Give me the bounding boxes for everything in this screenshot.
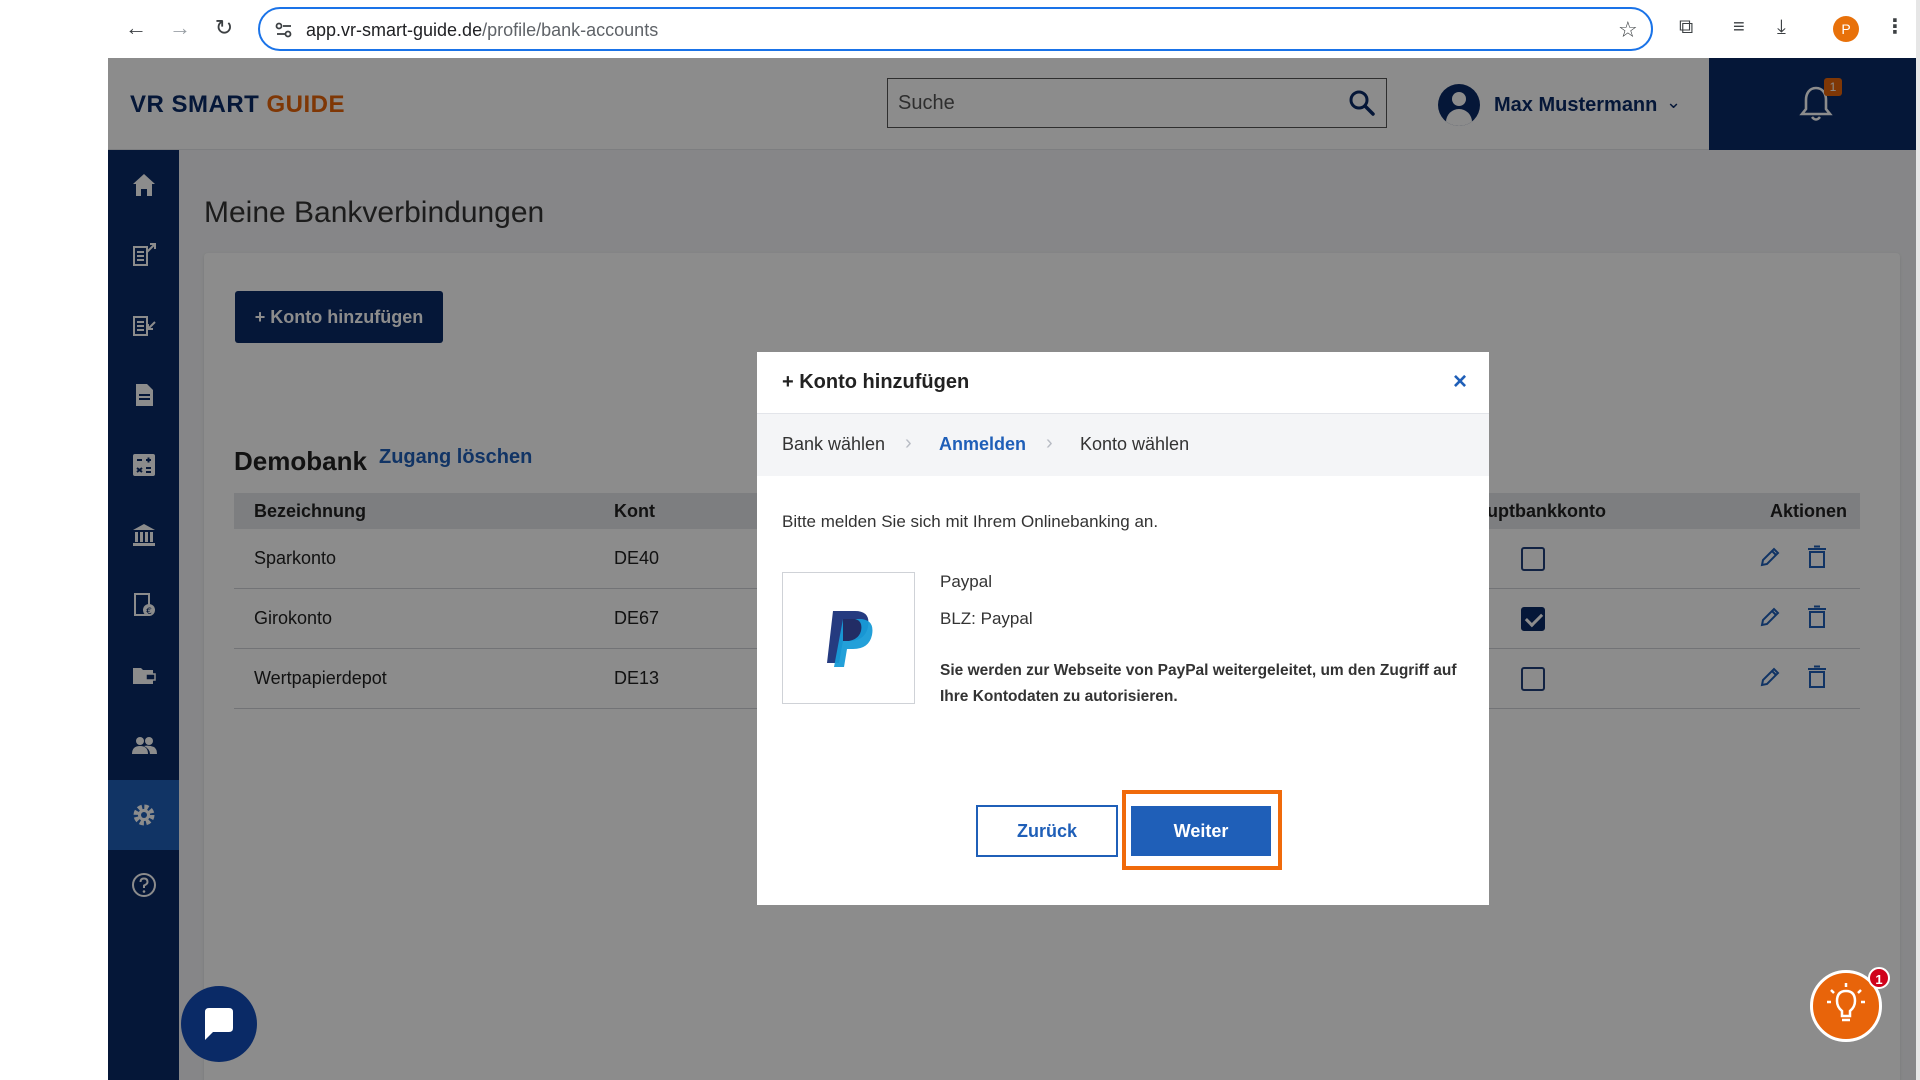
stepper: Bank wählen › Anmelden › Konto wählen	[757, 414, 1489, 476]
app-root: VR SMART GUIDE Suche Max Mustermann ⌄ 1	[108, 58, 1920, 1080]
forward-arrow-icon[interactable]: →	[166, 14, 194, 42]
bank-blz: BLZ: Paypal	[940, 609, 1033, 628]
tips-badge: 1	[1868, 967, 1890, 989]
download-icon[interactable]: ⤓	[1777, 15, 1786, 39]
chevron-right-icon: ›	[1046, 432, 1053, 454]
add-account-dialog: + Konto hinzufügen × Bank wählen › Anmel…	[757, 352, 1489, 905]
chat-icon	[205, 1008, 233, 1040]
url-path: /profile/bank-accounts	[482, 20, 659, 40]
dialog-title: + Konto hinzufügen	[782, 371, 970, 393]
dialog-header: + Konto hinzufügen ×	[757, 352, 1489, 414]
url-text[interactable]: app.vr-smart-guide.de/profile/bank-accou…	[306, 20, 658, 41]
browser-menu-icon[interactable]: ⋮	[1885, 15, 1905, 39]
address-bar[interactable]: app.vr-smart-guide.de/profile/bank-accou…	[258, 7, 1653, 51]
extensions-icon[interactable]: ⧉	[1679, 15, 1693, 39]
next-button[interactable]: Weiter	[1131, 806, 1271, 856]
bank-logo	[782, 572, 915, 704]
scrollbar[interactable]	[1916, 0, 1920, 1080]
url-host: app.vr-smart-guide.de	[306, 20, 483, 40]
profile-avatar[interactable]: P	[1833, 16, 1859, 42]
back-arrow-icon[interactable]: ←	[122, 14, 150, 42]
close-icon[interactable]: ×	[1453, 368, 1467, 396]
bookmark-star-icon[interactable]: ☆	[1618, 18, 1638, 42]
chat-button[interactable]	[181, 986, 257, 1062]
chevron-right-icon: ›	[905, 432, 912, 454]
step-choose-account[interactable]: Konto wählen	[1080, 434, 1189, 455]
bank-title: Paypal	[940, 572, 992, 591]
back-button[interactable]: Zurück	[976, 805, 1118, 857]
paypal-logo-icon	[827, 611, 873, 667]
site-settings-icon[interactable]	[274, 20, 294, 40]
step-choose-bank[interactable]: Bank wählen	[782, 434, 885, 455]
redirect-note: Sie werden zur Webseite von PayPal weite…	[940, 662, 1457, 705]
media-queue-icon[interactable]: ≡	[1733, 15, 1745, 39]
step-login[interactable]: Anmelden	[939, 434, 1026, 455]
reload-icon[interactable]: ↻	[210, 14, 238, 42]
login-instruction: Bitte melden Sie sich mit Ihrem Onlineba…	[782, 512, 1159, 531]
browser-toolbar: ← → ↻ app.vr-smart-guide.de/profile/bank…	[108, 0, 1920, 58]
